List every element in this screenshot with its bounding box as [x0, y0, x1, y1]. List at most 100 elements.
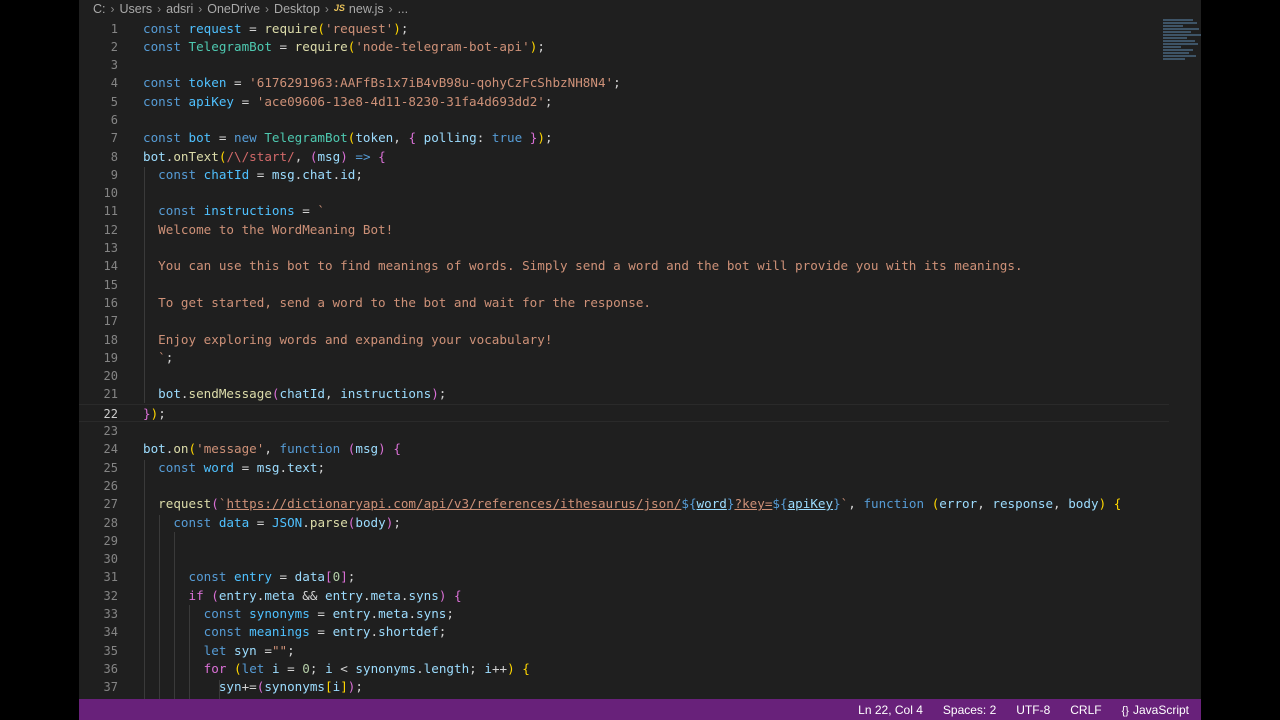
- code-token: const: [143, 38, 189, 54]
- code-token: =: [271, 569, 295, 585]
- code-text: const entry = data[0];: [143, 568, 356, 586]
- code-line[interactable]: 27 request(`https://dictionaryapi.com/ap…: [79, 495, 1169, 513]
- code-token: '6176291963:AAFfBs1x7iB4vB98u-qohyCzFcSh…: [249, 75, 614, 91]
- line-number: 22: [103, 406, 118, 421]
- breadcrumb-file[interactable]: new.js: [349, 2, 384, 16]
- code-token: body: [355, 514, 386, 530]
- language-label: JavaScript: [1132, 702, 1189, 717]
- code-token: syns: [416, 606, 447, 621]
- code-line[interactable]: 33 const synonyms = entry.meta.syns;: [79, 605, 1169, 623]
- cursor-position[interactable]: Ln 22, Col 4: [848, 703, 933, 717]
- code-line[interactable]: 8 bot.onText(/\/start/, (msg) => {: [79, 148, 1169, 166]
- code-token: ,: [393, 130, 409, 146]
- code-line[interactable]: 18 Enjoy exploring words and expanding y…: [79, 331, 1169, 349]
- breadcrumb-onedrive[interactable]: OneDrive: [207, 2, 260, 16]
- indentation-setting[interactable]: Spaces: 2: [933, 703, 1006, 717]
- language-mode[interactable]: {} JavaScript: [1112, 703, 1201, 717]
- code-line[interactable]: 17: [79, 312, 1169, 330]
- line-number: 19: [103, 350, 118, 365]
- breadcrumb-more[interactable]: ...: [398, 2, 408, 16]
- code-token: 'ace09606-13e8-4d11-8230-31fa4d693dd2': [256, 93, 545, 109]
- code-line[interactable]: 29: [79, 532, 1169, 550]
- code-token: const: [143, 75, 189, 91]
- code-line[interactable]: 1 const request = require('request');: [79, 20, 1169, 38]
- code-line[interactable]: 23: [79, 422, 1169, 440]
- code-token: sendMessage: [188, 386, 272, 402]
- code-line[interactable]: 30: [79, 550, 1169, 568]
- code-token: msg: [355, 441, 379, 457]
- code-token: synonyms: [249, 606, 310, 621]
- line-number: 17: [103, 314, 118, 329]
- code-line[interactable]: 37 syn+=(synonyms[i]);: [79, 678, 1169, 696]
- line-number: 15: [103, 277, 118, 292]
- code-token: ${: [772, 496, 788, 512]
- breadcrumb-users[interactable]: Users: [120, 2, 153, 16]
- code-line[interactable]: 22});: [79, 403, 1169, 423]
- code-token: .: [370, 624, 379, 640]
- code-line[interactable]: 31 const entry = data[0];: [79, 568, 1169, 586]
- code-line[interactable]: 15: [79, 276, 1169, 294]
- code-line[interactable]: 34 const meanings = entry.shortdef;: [79, 623, 1169, 641]
- code-token: entry: [332, 606, 371, 621]
- line-ending-setting[interactable]: CRLF: [1060, 703, 1111, 717]
- code-token: bot: [188, 130, 212, 146]
- code-line[interactable]: 16 To get started, send a word to the bo…: [79, 294, 1169, 312]
- code-token: ]: [340, 679, 348, 695]
- code-token: const: [143, 93, 189, 109]
- code-line[interactable]: 25 const word = msg.text;: [79, 459, 1169, 477]
- encoding-setting[interactable]: UTF-8: [1006, 703, 1060, 717]
- code-line[interactable]: 6: [79, 111, 1169, 129]
- breadcrumb-desktop[interactable]: Desktop: [274, 2, 320, 16]
- code-line[interactable]: 4 const token = '6176291963:AAFfBs1x7iB4v…: [79, 74, 1169, 92]
- line-number: 1: [110, 21, 118, 36]
- code-line[interactable]: 35 let syn ="";: [79, 642, 1169, 660]
- code-editor[interactable]: C: › Users › adsri › OneDrive › Desktop …: [79, 0, 1201, 720]
- code-token: .: [279, 459, 288, 475]
- code-line[interactable]: 24 bot.on('message', function (msg) {: [79, 440, 1169, 458]
- code-line[interactable]: 2 const TelegramBot = require('node-teleg…: [79, 38, 1169, 56]
- code-text: syn+=(synonyms[i]);: [143, 678, 363, 696]
- code-area[interactable]: 1 const request = require('request'); 2 con…: [79, 20, 1169, 697]
- code-line[interactable]: 28 const data = JSON.parse(body);: [79, 514, 1169, 532]
- code-line[interactable]: 32 if (entry.meta && entry.meta.syns) {: [79, 587, 1169, 605]
- code-token: TelegramBot: [264, 130, 348, 146]
- line-number: 28: [103, 515, 118, 530]
- code-token: msg: [256, 459, 280, 475]
- code-token: ;: [544, 130, 553, 146]
- code-line[interactable]: 11 const instructions = `: [79, 202, 1169, 220]
- line-number: 4: [110, 76, 118, 91]
- status-bar: Ln 22, Col 4 Spaces: 2 UTF-8 CRLF {} Java…: [79, 699, 1201, 720]
- code-line[interactable]: 3: [79, 56, 1169, 74]
- braces-icon: {}: [1121, 704, 1129, 717]
- code-token: ;: [287, 642, 295, 658]
- code-line[interactable]: 5 const apiKey = 'ace09606-13e8-4d11-8230…: [79, 93, 1169, 111]
- code-token: synonyms: [355, 660, 417, 676]
- minimap[interactable]: [1163, 18, 1201, 108]
- code-line[interactable]: 19 `;: [79, 349, 1169, 367]
- code-token: (: [188, 441, 197, 457]
- code-line[interactable]: 26: [79, 477, 1169, 495]
- code-line[interactable]: 13: [79, 239, 1169, 257]
- code-token: ,: [1053, 496, 1069, 512]
- code-token: =: [309, 624, 333, 640]
- code-text: const meanings = entry.shortdef;: [143, 623, 447, 641]
- code-line[interactable]: 10: [79, 184, 1169, 202]
- code-token: syns: [408, 587, 439, 603]
- code-line[interactable]: 36 for (let i = 0; i < synonyms.length; …: [79, 660, 1169, 678]
- code-line[interactable]: 7 const bot = new TelegramBot(token, { po…: [79, 129, 1169, 147]
- code-token: }: [833, 496, 841, 512]
- code-line[interactable]: 12 Welcome to the WordMeaning Bot!: [79, 221, 1169, 239]
- code-token: =: [211, 130, 234, 146]
- code-line[interactable]: 14 You can use this bot to find meanings…: [79, 257, 1169, 275]
- breadcrumb-drive[interactable]: C:: [93, 2, 106, 16]
- code-text: const apiKey = 'ace09606-13e8-4d11-8230-…: [143, 93, 552, 111]
- line-number: 9: [110, 167, 118, 182]
- code-line[interactable]: 9 const chatId = msg.chat.id;: [79, 166, 1169, 184]
- line-number: 10: [103, 186, 118, 201]
- breadcrumb-user[interactable]: adsri: [166, 2, 193, 16]
- line-number: 27: [103, 497, 118, 512]
- code-line[interactable]: 20: [79, 367, 1169, 385]
- chevron-right-icon: ›: [265, 2, 270, 16]
- code-line[interactable]: 21 bot.sendMessage(chatId, instructions)…: [79, 385, 1169, 403]
